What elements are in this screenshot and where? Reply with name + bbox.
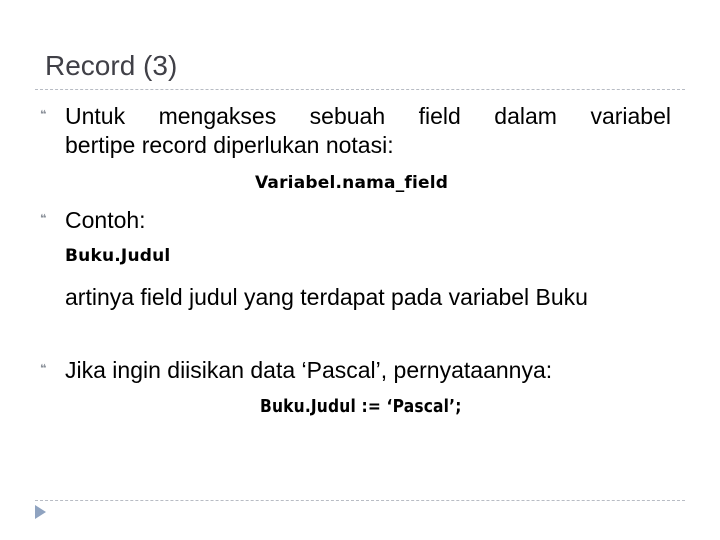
- code-assignment: Buku.Judul := ‘Pascal’;: [260, 396, 462, 417]
- footer-divider: [35, 500, 685, 501]
- code-notation: Variabel.nama_field: [255, 173, 449, 193]
- bullet-2-explanation: artinya field judul yang terdapat pada v…: [65, 284, 588, 310]
- code-example: Buku.Judul: [65, 246, 171, 266]
- bullet-1-line-2: bertipe record diperlukan notasi:: [65, 132, 394, 158]
- bullet-icon: ❝: [40, 362, 47, 375]
- bullet-1-line-1: Untuk mengakses sebuah field dalam varia…: [65, 103, 671, 129]
- bullet-icon: ❝: [40, 212, 47, 225]
- play-arrow-icon[interactable]: [35, 505, 46, 519]
- slide-title: Record (3): [45, 50, 178, 81]
- bullet-icon: ❝: [40, 108, 47, 121]
- title-divider: [35, 89, 685, 90]
- bullet-3-text: Jika ingin diisikan data ‘Pascal’, perny…: [65, 357, 553, 383]
- bullet-2-text: Contoh:: [65, 207, 146, 233]
